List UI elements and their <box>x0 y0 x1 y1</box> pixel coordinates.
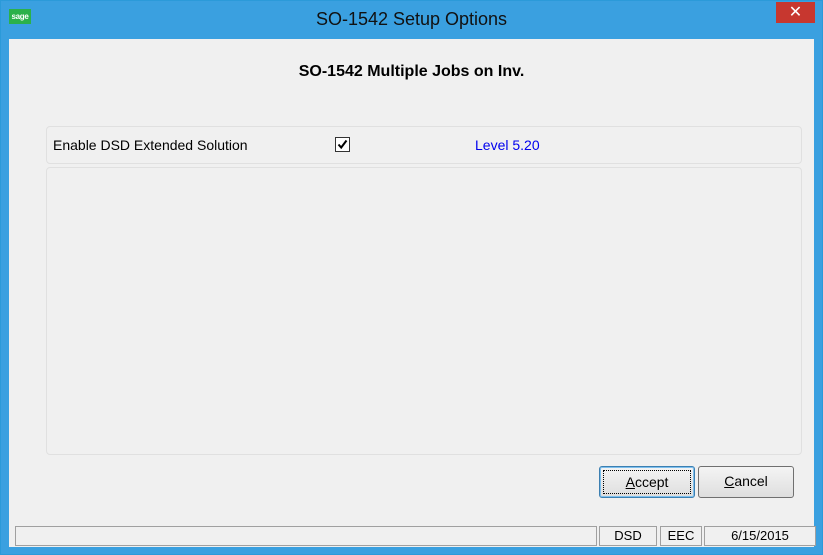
accept-label-rest: ccept <box>634 474 669 490</box>
status-eec-cell: EEC <box>660 526 702 546</box>
accept-mnemonic: A <box>625 474 635 490</box>
close-button[interactable]: ✕ <box>776 2 815 23</box>
accept-button[interactable]: Accept <box>599 466 695 498</box>
status-main-cell <box>15 526 597 546</box>
checkmark-icon <box>337 139 348 150</box>
enable-dsd-checkbox[interactable] <box>335 137 350 152</box>
status-bar: DSD EEC 6/15/2015 <box>9 523 816 547</box>
content-panel <box>46 167 802 455</box>
cancel-mnemonic: C <box>724 473 735 489</box>
option-panel: Enable DSD Extended Solution Level 5.20 <box>46 126 802 164</box>
enable-dsd-label: Enable DSD Extended Solution <box>53 137 248 153</box>
page-heading: SO-1542 Multiple Jobs on Inv. <box>298 63 525 80</box>
cancel-button[interactable]: Cancel <box>698 466 794 498</box>
level-label: Level 5.20 <box>475 137 540 153</box>
accept-focus-rect: Accept <box>603 470 691 494</box>
cancel-label-rest: ancel <box>734 473 768 489</box>
status-dsd-cell: DSD <box>599 526 657 546</box>
title-bar[interactable]: sage SO-1542 Setup Options ✕ <box>1 1 822 39</box>
window-title: SO-1542 Setup Options <box>315 9 508 29</box>
dialog-window: sage SO-1542 Setup Options ✕ SO-1542 Mul… <box>0 0 823 555</box>
status-date-cell: 6/15/2015 <box>704 526 816 546</box>
dialog-client-area: SO-1542 Multiple Jobs on Inv. Enable DSD… <box>9 39 816 547</box>
